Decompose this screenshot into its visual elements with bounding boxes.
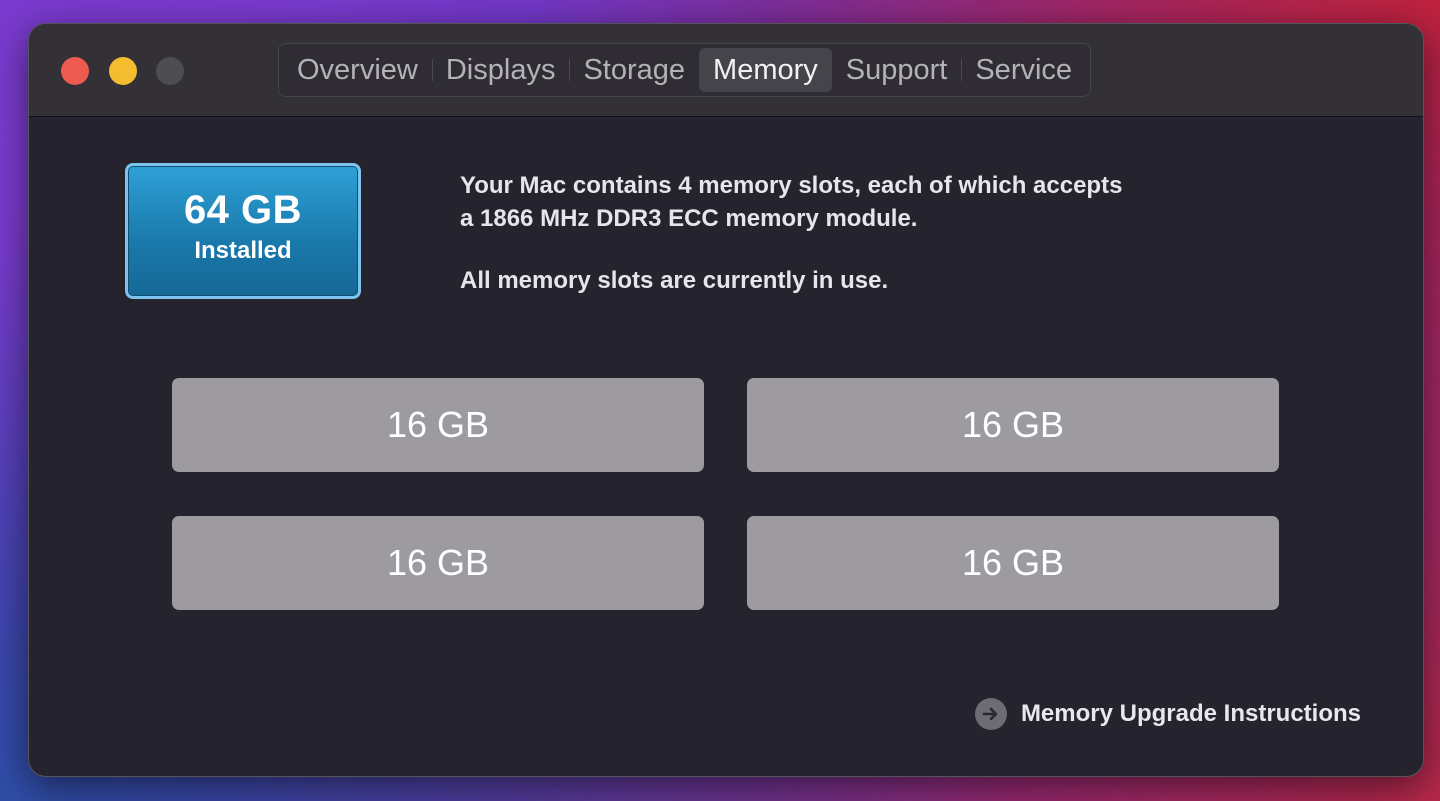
tab-storage[interactable]: Storage <box>569 48 699 92</box>
slot-status-text: All memory slots are currently in use. <box>460 267 889 294</box>
zoom-button[interactable] <box>156 57 184 85</box>
tab-memory[interactable]: Memory <box>699 48 832 92</box>
tab-displays[interactable]: Displays <box>431 48 570 92</box>
tab-support[interactable]: Support <box>832 48 962 92</box>
memory-upgrade-instructions-link[interactable]: Memory Upgrade Instructions <box>974 698 1361 730</box>
arrow-right-circle-icon[interactable] <box>974 698 1007 730</box>
installed-memory-badge: 64 GB Installed <box>125 163 361 299</box>
memory-slot-2: 16 GB <box>747 378 1279 472</box>
upgrade-link-label[interactable]: Memory Upgrade Instructions <box>1021 700 1361 728</box>
description-line-1: Your Mac contains 4 memory slots, each o… <box>460 172 1123 199</box>
installed-memory-label: Installed <box>194 237 292 264</box>
memory-slot-4: 16 GB <box>747 516 1279 610</box>
title-bar: Overview Displays Storage Memory Support… <box>29 24 1423 117</box>
memory-slot-3: 16 GB <box>172 516 704 610</box>
tab-bar: Overview Displays Storage Memory Support… <box>278 43 1092 97</box>
tab-service[interactable]: Service <box>961 48 1086 92</box>
description-line-2: a 1866 MHz DDR3 ECC memory module. <box>460 205 918 232</box>
memory-description: Your Mac contains 4 memory slots, each o… <box>460 169 1280 297</box>
close-button[interactable] <box>61 57 89 85</box>
memory-slot-1: 16 GB <box>172 378 704 472</box>
tab-overview[interactable]: Overview <box>283 48 432 92</box>
minimize-button[interactable] <box>109 57 137 85</box>
installed-memory-size: 64 GB <box>183 188 303 232</box>
about-this-mac-window: Overview Displays Storage Memory Support… <box>28 23 1424 777</box>
